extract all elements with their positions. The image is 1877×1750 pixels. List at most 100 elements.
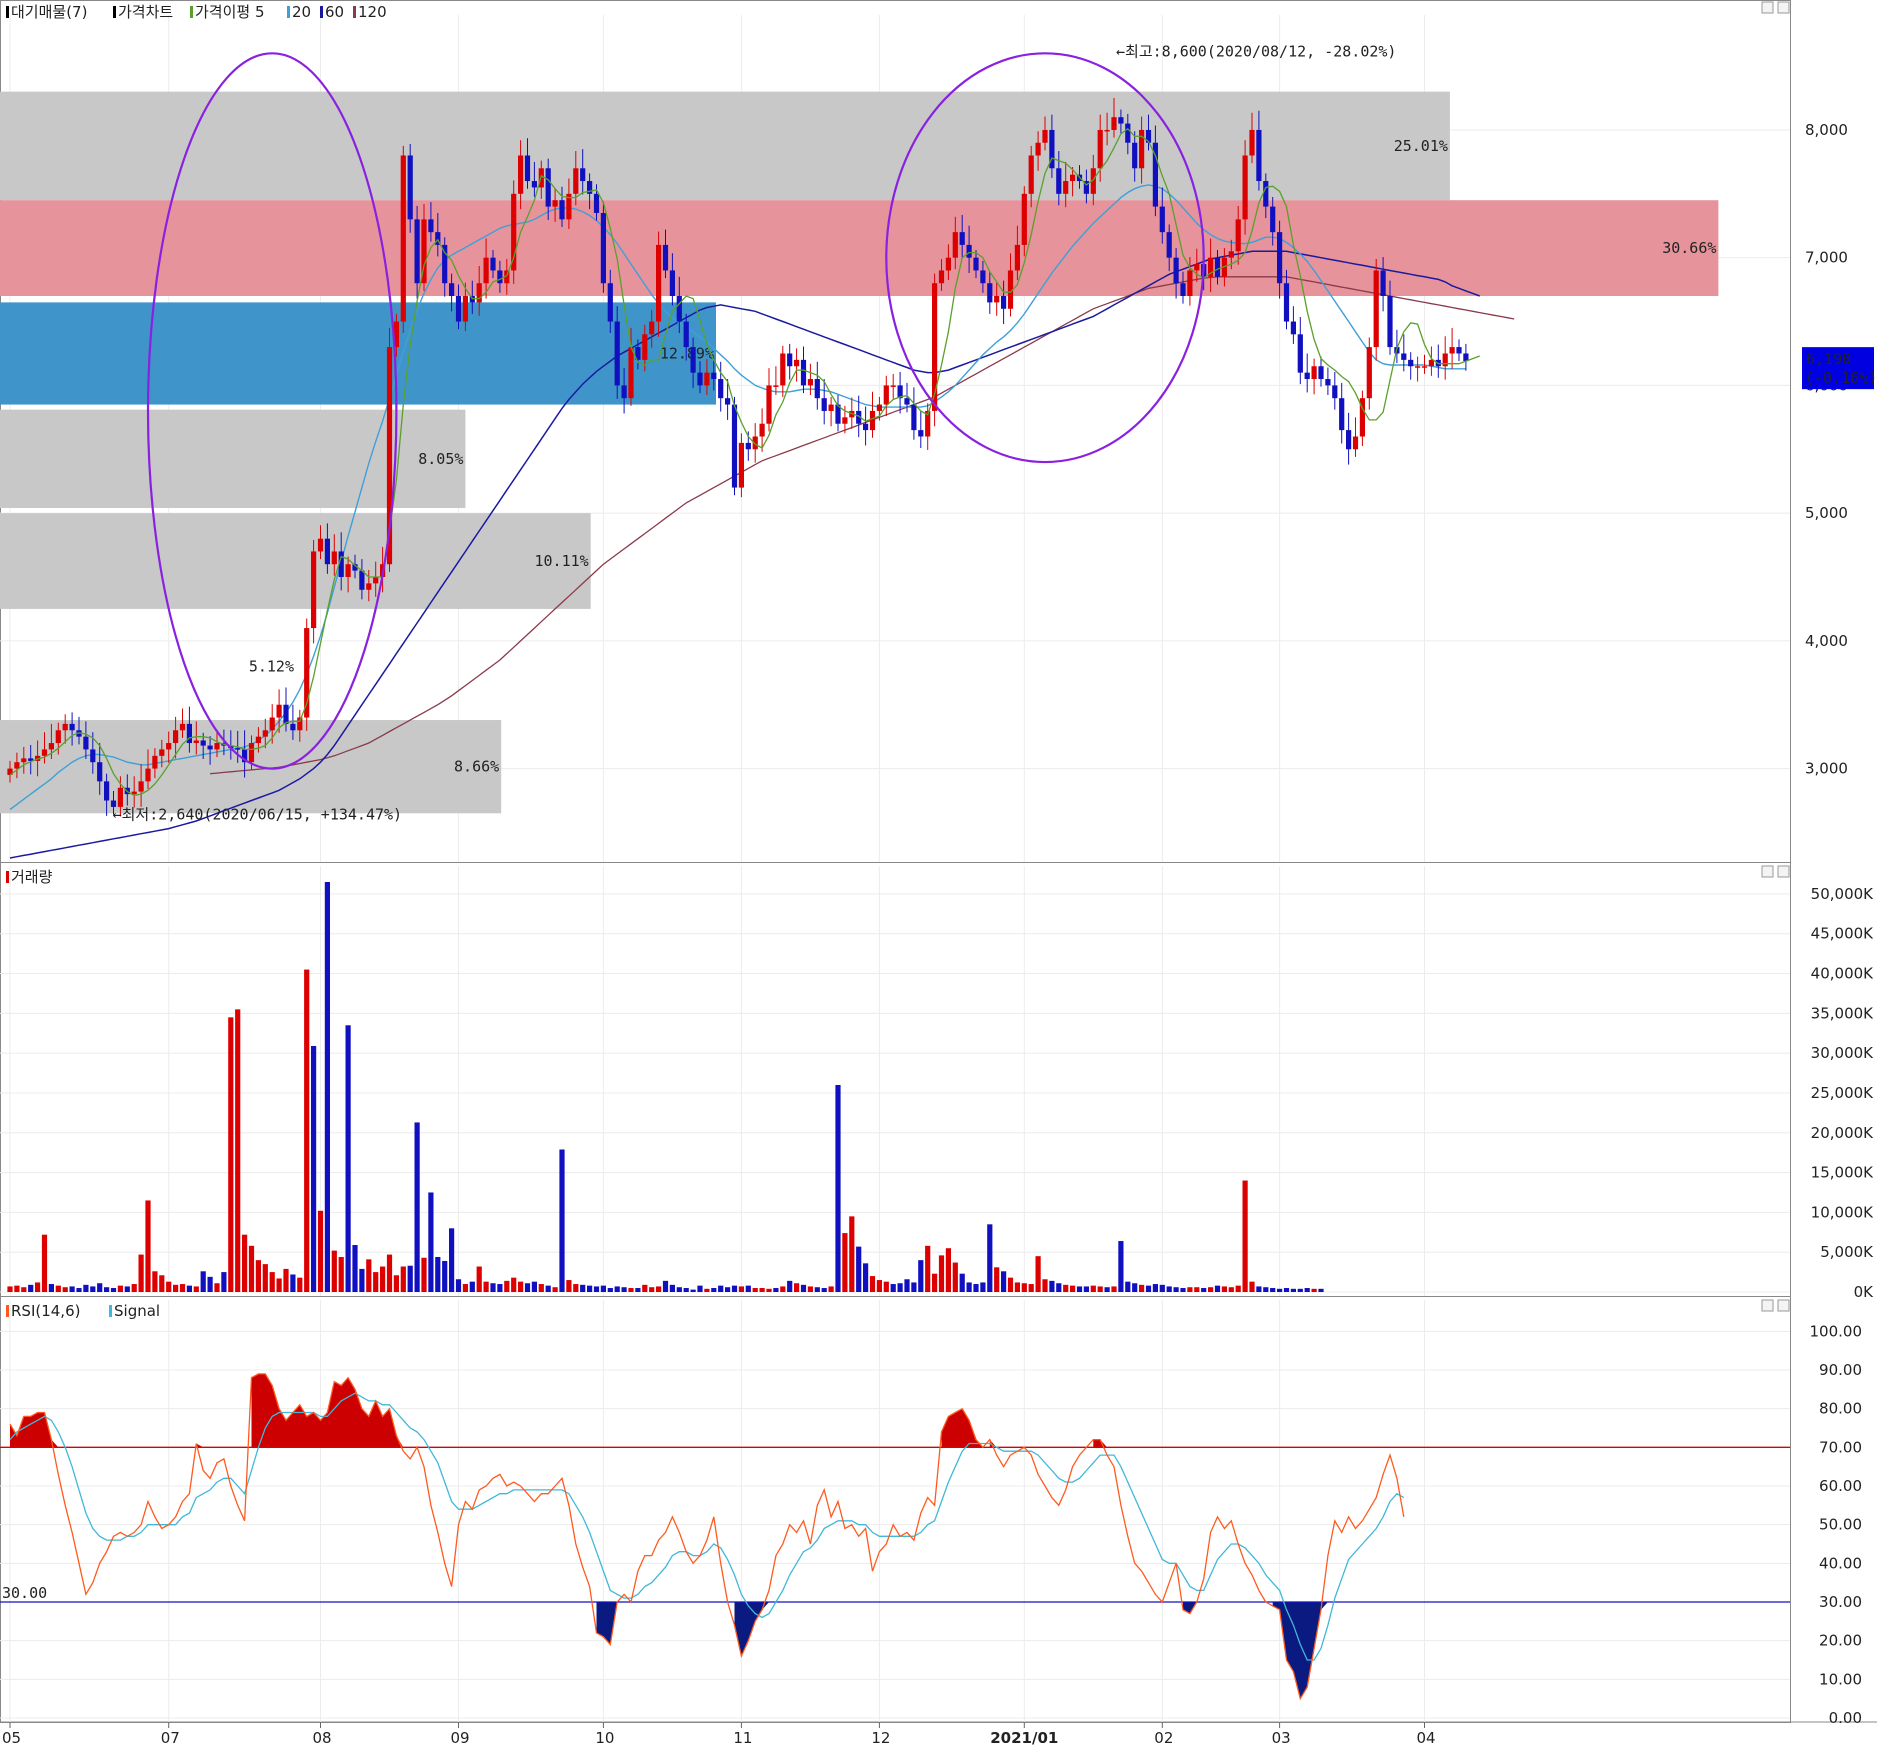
volume-bar <box>1242 1180 1248 1292</box>
candle-body <box>842 417 848 424</box>
volume-bar <box>835 1085 841 1292</box>
volume-bar <box>1083 1286 1089 1292</box>
candle-body <box>414 219 420 284</box>
volume-bar <box>821 1288 827 1292</box>
candle-body <box>593 193 600 213</box>
panel-close-button[interactable] <box>1777 1299 1790 1312</box>
candle-body <box>1070 174 1076 182</box>
candle <box>814 361 820 410</box>
panel-minimize-button[interactable] <box>1761 1299 1774 1312</box>
volume-bar <box>807 1286 813 1292</box>
price-legend-item: 20 <box>292 3 311 21</box>
candle-body <box>780 353 786 386</box>
candle-body <box>980 270 986 284</box>
volume-bar <box>614 1286 620 1292</box>
volume-bar <box>110 1288 117 1292</box>
volume-bar <box>421 1257 427 1292</box>
volume-bar <box>794 1283 800 1292</box>
candle-body <box>745 442 751 450</box>
candle-body <box>1042 129 1048 143</box>
rsi-overbought-area <box>10 1373 1108 1448</box>
volume-bar <box>1208 1287 1214 1292</box>
stock-chart-window: 05 07 08 09 10 11 12 2021/01 02 03 04 3,000 4,000 5,0… <box>0 0 1877 1750</box>
volume-bar <box>904 1279 910 1292</box>
supply-zone-bar <box>0 200 1719 296</box>
panel-close-button[interactable] <box>1777 865 1790 878</box>
panel-minimize-button[interactable] <box>1761 1 1774 14</box>
volume-bar <box>152 1271 158 1292</box>
candle-body <box>1187 270 1193 296</box>
volume-bar <box>669 1284 675 1292</box>
candle-body <box>1194 264 1200 271</box>
candle-body <box>311 551 317 629</box>
candle-body <box>662 244 669 271</box>
candle-body <box>621 385 627 399</box>
volume-bar <box>745 1285 751 1292</box>
candle-body <box>1332 385 1338 399</box>
volume-bar <box>773 1288 779 1292</box>
legend-swatch <box>287 6 290 18</box>
volume-bar <box>621 1287 627 1292</box>
panel-close-button[interactable] <box>1777 1 1790 14</box>
volume-tick-label: 45,000K <box>1811 925 1874 943</box>
candle-body <box>21 758 27 763</box>
supply-zone-label: 5.12% <box>249 657 294 675</box>
volume-bar <box>738 1286 744 1292</box>
candle-body <box>1263 181 1269 207</box>
supply-zone-label: 30.66% <box>1662 239 1716 257</box>
volume-bar <box>1201 1288 1207 1292</box>
candle-body <box>821 398 827 411</box>
legend-swatch <box>353 6 356 18</box>
volume-bar <box>842 1233 848 1292</box>
volume-bar <box>1118 1241 1124 1292</box>
volume-tick-label: 25,000K <box>1811 1084 1874 1102</box>
candle-body <box>766 385 772 424</box>
panel-minimize-button[interactable] <box>1761 865 1774 878</box>
volume-bar <box>55 1285 61 1292</box>
volume-bar <box>69 1286 75 1292</box>
candle <box>911 387 917 440</box>
volume-bar <box>704 1288 710 1292</box>
candle <box>1346 412 1352 465</box>
candle-body <box>559 200 565 220</box>
candle-body <box>345 564 351 577</box>
volume-bar <box>656 1286 662 1292</box>
candle-body <box>276 704 282 718</box>
volume-bar <box>1063 1284 1069 1292</box>
rsi-tick-label: 90.00 <box>1819 1361 1862 1379</box>
candle-body <box>573 168 579 194</box>
volume-bar <box>469 1281 475 1292</box>
candle-body <box>324 538 330 565</box>
volume-bar <box>642 1284 648 1292</box>
candle <box>828 396 834 427</box>
volume-bar <box>442 1260 448 1292</box>
volume-bar <box>1270 1288 1276 1292</box>
volume-bar <box>483 1281 489 1292</box>
volume-bar <box>1125 1281 1131 1292</box>
volume-bar <box>945 1248 951 1292</box>
candle-body <box>676 296 682 322</box>
volume-bar <box>28 1284 34 1292</box>
candle-body <box>1325 379 1331 386</box>
chart-canvas: 05 07 08 09 10 11 12 2021/01 02 03 04 3,000 4,000 5,0… <box>0 0 1877 1747</box>
rsi-legend-item: Signal <box>114 1302 160 1320</box>
rsi-signal-line <box>9 1392 1405 1661</box>
rsi-tick-label: 40.00 <box>1819 1554 1862 1572</box>
candle-body <box>711 372 717 380</box>
volume-bar <box>1042 1279 1048 1292</box>
volume-bar <box>200 1271 206 1292</box>
candle-body <box>359 570 365 590</box>
candle-body <box>966 244 972 258</box>
candle-body <box>614 321 620 386</box>
candle-body <box>1021 193 1027 245</box>
volume-bar <box>1304 1288 1310 1292</box>
volume-bar <box>863 1263 869 1292</box>
volume-bar <box>90 1286 96 1292</box>
volume-bar <box>1277 1288 1283 1292</box>
candle-body <box>952 232 958 258</box>
candle-body <box>138 781 144 792</box>
candle-body <box>1304 372 1310 380</box>
volume-bar <box>1221 1286 1227 1292</box>
rsi-tick-label: 100.00 <box>1810 1322 1863 1340</box>
x-tick-label: 10 <box>595 1729 614 1747</box>
